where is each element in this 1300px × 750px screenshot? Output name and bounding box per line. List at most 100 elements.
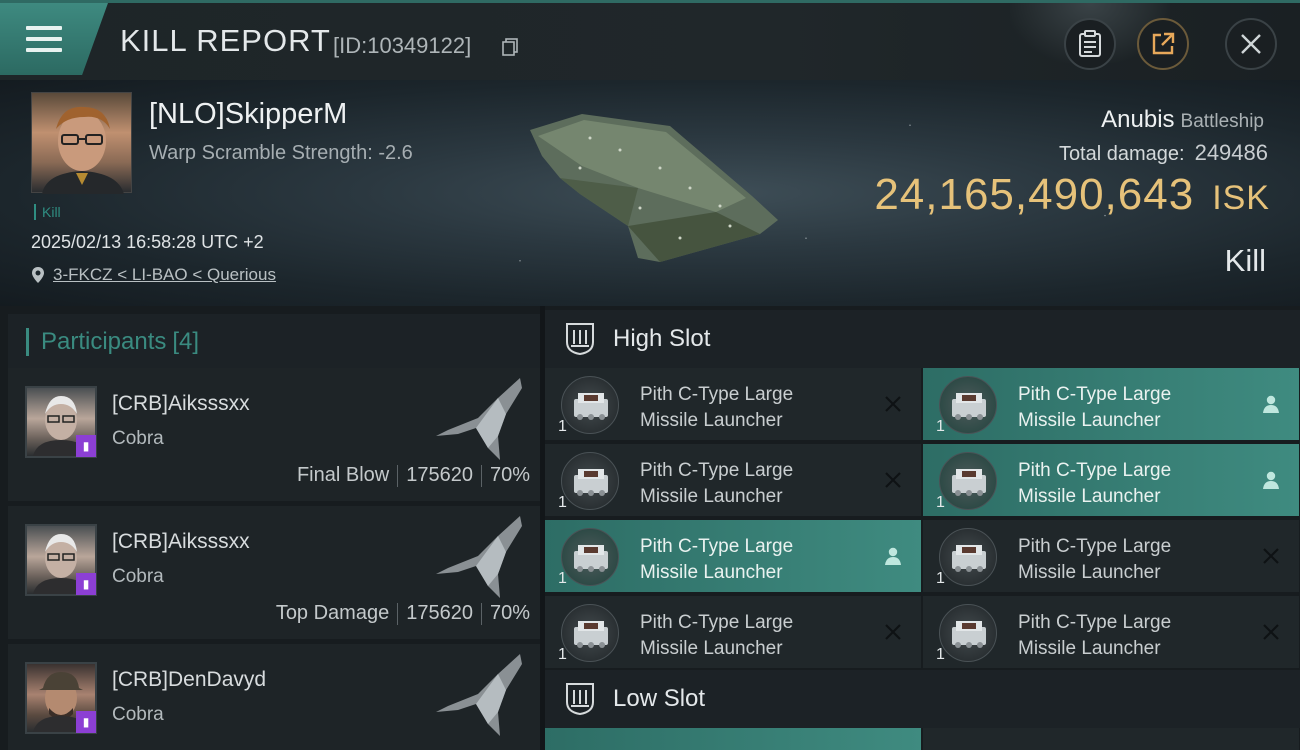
participants-header: Participants [4] [8, 314, 540, 370]
isk-value: 24,165,490,643 ISK [874, 170, 1270, 220]
participant-damage: 175620 [406, 464, 473, 486]
participant-ship-image [436, 378, 522, 460]
high-slot-item[interactable]: 1 Pith C-Type Large Missile Launcher [545, 596, 921, 668]
high-slot-item[interactable]: 1 Pith C-Type Large Missile Launcher [545, 444, 921, 516]
share-icon [1152, 32, 1175, 55]
item-name: Pith C-Type Large Missile Launcher [1018, 384, 1172, 431]
participant-name[interactable]: [CRB]Aiksssxx [112, 530, 250, 554]
low-slot-item[interactable] [545, 728, 921, 750]
copy-icon[interactable] [502, 38, 518, 56]
participants-panel: Participants [4] ▮ [CRB]Aiksssxx Cobra F… [0, 306, 540, 750]
item-quantity: 1 [936, 646, 945, 663]
low-slot-item[interactable] [923, 728, 1299, 750]
participant-name[interactable]: [CRB]Aiksssxx [112, 392, 250, 416]
fitting-panel: High Slot 1 Pith C-Type Large Missile Lau… [545, 306, 1300, 750]
participant-role: Top Damage [275, 602, 390, 624]
low-slot-icon [566, 683, 594, 716]
destroyed-x-icon [879, 390, 907, 418]
participant-role: Final Blow [296, 464, 390, 486]
missile-launcher-icon [939, 376, 997, 434]
item-name: Pith C-Type Large Missile Launcher [640, 460, 794, 507]
item-name: Pith C-Type Large Missile Launcher [640, 612, 794, 659]
item-quantity: 1 [558, 494, 567, 511]
location-link[interactable]: 3-FKCZ < LI-BAO < Querious [31, 265, 276, 285]
victim-panel: [NLO]SkipperM Warp Scramble Strength: -2… [0, 80, 1300, 306]
high-slot-item[interactable]: 1 Pith C-Type Large Missile Launcher [923, 368, 1299, 440]
high-slot-label: High Slot [613, 325, 711, 352]
participant-stats: Final Blow 175620 70% [297, 464, 530, 487]
item-name: Pith C-Type Large Missile Launcher [1018, 536, 1172, 583]
item-name: Pith C-Type Large Missile Launcher [1018, 612, 1172, 659]
item-name: Pith C-Type Large Missile Launcher [640, 384, 794, 431]
item-quantity: 1 [558, 418, 567, 435]
low-slot-header: Low Slot [545, 670, 1300, 728]
kill-tag: Kill [34, 204, 61, 220]
participant-row[interactable]: ▮ [CRB]Aiksssxx Cobra Final Blow 175620 … [8, 368, 540, 501]
participant-ship: Cobra [112, 428, 164, 449]
dropped-person-icon [879, 542, 907, 570]
participant-ship-image [436, 516, 522, 598]
participant-avatar[interactable]: ▮ [25, 386, 97, 458]
missile-launcher-icon [939, 604, 997, 662]
ship-image [530, 114, 778, 262]
participant-avatar[interactable]: ▮ [25, 662, 97, 734]
participants-label: Participants [41, 328, 167, 355]
missile-launcher-icon [561, 528, 619, 586]
participant-damage: 175620 [406, 602, 473, 624]
high-slot-item[interactable]: 1 Pith C-Type Large Missile Launcher [923, 444, 1299, 516]
high-slot-item[interactable]: 1 Pith C-Type Large Missile Launcher [545, 520, 921, 592]
destroyed-x-icon [879, 618, 907, 646]
missile-launcher-icon [561, 376, 619, 434]
participant-name[interactable]: [CRB]DenDavyd [112, 668, 266, 692]
kill-timestamp: 2025/02/13 16:58:28 UTC +2 [31, 232, 264, 252]
victim-avatar[interactable] [31, 92, 132, 194]
total-damage-value: 249486 [1194, 140, 1268, 165]
high-slot-item[interactable]: 1 Pith C-Type Large Missile Launcher [923, 596, 1299, 668]
participant-row[interactable]: ▮ [CRB]DenDavyd Cobra [8, 644, 540, 750]
victim-name[interactable]: [NLO]SkipperM [149, 98, 347, 131]
item-quantity: 1 [936, 570, 945, 587]
destroyed-x-icon [879, 466, 907, 494]
high-slot-item[interactable]: 1 Pith C-Type Large Missile Launcher [545, 368, 921, 440]
participant-avatar[interactable]: ▮ [25, 524, 97, 596]
clipboard-button[interactable] [1064, 18, 1116, 70]
low-slot-label: Low Slot [613, 685, 706, 712]
header-bar: KILL REPORT [ID:10349122] [0, 0, 1300, 80]
participant-ship: Cobra [112, 704, 164, 725]
corp-badge-icon: ▮ [76, 573, 96, 595]
victim-ship[interactable]: Anubis Battleship [1101, 106, 1264, 134]
page-title: KILL REPORT [120, 23, 331, 58]
location-pin-icon [32, 267, 44, 283]
participant-percent: 70% [489, 602, 530, 624]
item-name: Pith C-Type Large Missile Launcher [640, 536, 794, 583]
participants-count: [4] [172, 328, 200, 355]
participant-ship: Cobra [112, 566, 164, 587]
missile-launcher-icon [561, 604, 619, 662]
missile-launcher-icon [939, 528, 997, 586]
item-quantity: 1 [936, 494, 945, 511]
high-slot-item[interactable]: 1 Pith C-Type Large Missile Launcher [923, 520, 1299, 592]
high-slot-header: High Slot [545, 310, 1300, 368]
dropped-person-icon [1257, 466, 1285, 494]
menu-button[interactable] [0, 3, 108, 75]
destroyed-x-icon [1257, 542, 1285, 570]
close-icon [1241, 34, 1261, 54]
participant-ship-image [436, 654, 522, 736]
result-label: Kill [1224, 243, 1266, 278]
share-button[interactable] [1137, 18, 1189, 70]
portrait-image [42, 106, 124, 194]
menu-icon [26, 26, 62, 52]
high-slot-icon [566, 323, 594, 356]
item-quantity: 1 [558, 646, 567, 663]
participant-percent: 70% [489, 464, 530, 486]
ship-name: Anubis [1101, 106, 1175, 133]
dropped-person-icon [1257, 390, 1285, 418]
location-text: 3-FKCZ < LI-BAO < Querious [53, 265, 276, 284]
total-damage-label: Total damage: [1058, 143, 1185, 165]
total-damage: Total damage: 249486 [1059, 140, 1268, 166]
warp-scramble-strength: Warp Scramble Strength: -2.6 [149, 142, 413, 164]
corp-badge-icon: ▮ [76, 711, 96, 733]
close-button[interactable] [1225, 18, 1277, 70]
report-id: [ID:10349122] [333, 33, 472, 58]
participant-row[interactable]: ▮ [CRB]Aiksssxx Cobra Top Damage 175620 … [8, 506, 540, 639]
